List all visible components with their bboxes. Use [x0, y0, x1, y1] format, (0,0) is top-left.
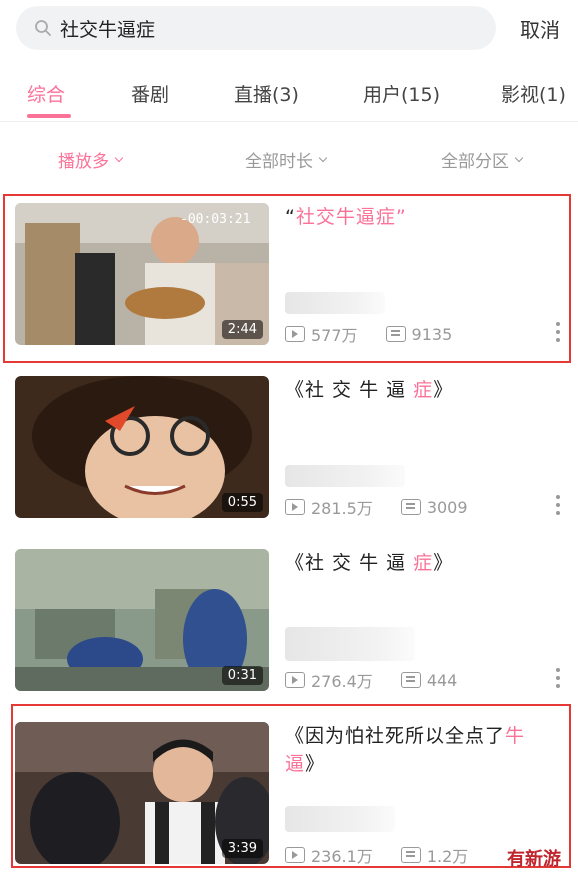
- watermark-logo: 有新游: [507, 849, 561, 870]
- video-thumbnail[interactable]: 0:55: [15, 376, 269, 518]
- duration-badge: 0:55: [221, 493, 263, 512]
- divider: [0, 121, 578, 122]
- play-count-icon: [285, 672, 305, 688]
- tab-users[interactable]: 用户(15): [363, 80, 440, 107]
- tab-bangumi[interactable]: 番剧: [131, 80, 169, 107]
- view-count: 281.5万: [311, 499, 373, 518]
- video-title[interactable]: 《社 交 牛 逼 症》: [285, 376, 547, 404]
- duration-badge: 0:31: [221, 666, 263, 685]
- filter-category[interactable]: 全部分区: [441, 147, 524, 172]
- highlight-box-first-result: [3, 194, 571, 363]
- cancel-button[interactable]: 取消: [520, 14, 560, 43]
- highlight-box-fourth-result: [11, 704, 571, 868]
- chevron-down-icon: [114, 153, 124, 162]
- filter-label: 全部时长: [245, 152, 313, 172]
- video-stats: 276.4万 444: [285, 668, 485, 692]
- tab-all[interactable]: 综合: [27, 80, 65, 107]
- video-title[interactable]: 《社 交 牛 逼 症》: [285, 549, 547, 577]
- video-result-item[interactable]: 0:55 《社 交 牛 逼 症》 281.5万 3009: [0, 368, 578, 538]
- search-query-text: 社交牛逼症: [60, 18, 156, 41]
- tab-film-tv[interactable]: 影视(1): [501, 80, 566, 107]
- video-thumbnail[interactable]: 0:31: [15, 549, 269, 691]
- more-options-icon[interactable]: [556, 495, 560, 519]
- search-result-tabs: 综合 番剧 直播(3) 用户(15) 影视(1): [0, 74, 578, 120]
- filter-label: 全部分区: [441, 152, 509, 172]
- danmaku-count: 3009: [426, 497, 468, 517]
- play-count-icon: [285, 499, 305, 515]
- filter-label: 播放多: [58, 152, 109, 172]
- video-stats: 281.5万 3009: [285, 495, 496, 519]
- danmaku-count-icon: [400, 672, 421, 688]
- filter-duration[interactable]: 全部时长: [245, 147, 328, 172]
- uploader-name-blurred[interactable]: [285, 627, 415, 661]
- active-tab-indicator: [27, 114, 71, 118]
- search-icon: [34, 19, 52, 37]
- more-options-icon[interactable]: [556, 668, 560, 692]
- video-result-item[interactable]: 0:31 《社 交 牛 逼 症》 276.4万 444: [0, 541, 578, 711]
- uploader-name-blurred[interactable]: [285, 465, 405, 487]
- chevron-down-icon: [514, 153, 524, 162]
- filter-sort-plays[interactable]: 播放多: [58, 147, 124, 172]
- tab-live[interactable]: 直播(3): [234, 80, 299, 107]
- chevron-down-icon: [318, 153, 328, 162]
- danmaku-count-icon: [400, 499, 421, 515]
- view-count: 276.4万: [311, 672, 373, 691]
- search-input[interactable]: 社交牛逼症: [16, 6, 496, 50]
- danmaku-count: 444: [426, 670, 458, 690]
